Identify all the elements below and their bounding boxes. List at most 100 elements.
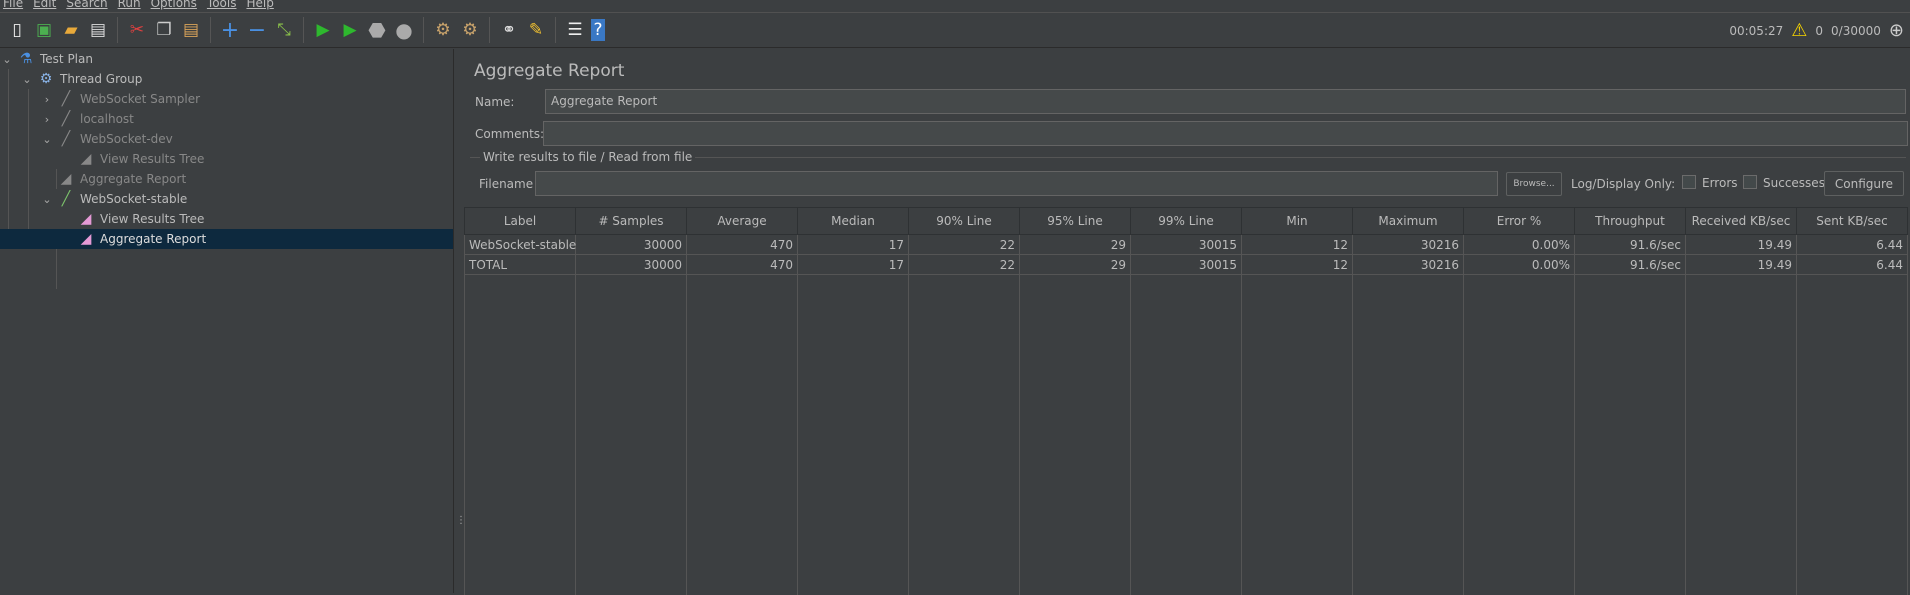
table-header-row: Label # Samples Average Median 90% Line … <box>464 207 1908 235</box>
clear-all-icon[interactable]: ⚙ <box>459 19 481 41</box>
reset-search-icon[interactable]: ✎ <box>525 19 547 41</box>
col-median[interactable]: Median <box>797 207 909 235</box>
col-99-line[interactable]: 99% Line <box>1130 207 1242 235</box>
toolbar: ▯ ▣ ▰ ▤ ✂ ❐ ▤ + − ⤡ ▶ ▶ ⬣ ● ⚙ ⚙ ⚭ ✎ ☰ ? <box>0 13 1910 48</box>
stop-icon[interactable]: ⬣ <box>366 18 388 42</box>
col-95-line[interactable]: 95% Line <box>1019 207 1131 235</box>
listener-icon: ◢ <box>80 151 92 167</box>
menu-help[interactable]: Help <box>246 0 273 12</box>
tree-node-thread-group[interactable]: ⌄ ⚙ Thread Group <box>20 69 142 89</box>
table-cell: 6.44 <box>1796 254 1908 275</box>
tree-node-view-results-tree[interactable]: ◢ View Results Tree <box>74 149 205 169</box>
new-icon[interactable]: ▯ <box>6 19 28 41</box>
remote-icon: ⊕ <box>1888 20 1904 41</box>
paste-icon[interactable]: ▤ <box>180 19 202 41</box>
tree-node-websocket-sampler[interactable]: › ╱ WebSocket Sampler <box>40 89 200 109</box>
collapse-icon[interactable]: − <box>246 18 268 43</box>
open-icon[interactable]: ▰ <box>60 19 82 41</box>
templates-icon[interactable]: ▣ <box>33 19 55 41</box>
chevron-down-icon[interactable]: ⌄ <box>0 53 14 66</box>
expand-icon[interactable]: + <box>219 18 241 43</box>
chevron-right-icon[interactable]: › <box>40 113 54 126</box>
chevron-down-icon[interactable]: ⌄ <box>40 133 54 146</box>
search-icon[interactable]: ⚭ <box>498 19 520 41</box>
comments-label: Comments: <box>475 127 545 141</box>
save-icon[interactable]: ▤ <box>87 19 109 41</box>
pipette-icon: ╱ <box>61 191 71 207</box>
table-cell: 30000 <box>575 254 687 275</box>
menu-run[interactable]: Run <box>118 0 141 12</box>
copy-icon[interactable]: ❐ <box>153 19 175 41</box>
aggregate-report-panel: Aggregate Report Name: Aggregate Report … <box>462 49 1910 595</box>
tree-node-websocket-stable[interactable]: ⌄ ╱ WebSocket-stable <box>40 189 187 209</box>
listener-icon: ◢ <box>60 171 72 187</box>
configure-button[interactable]: Configure <box>1824 171 1904 196</box>
start-no-pause-icon[interactable]: ▶ <box>339 19 361 41</box>
tree-line <box>28 89 29 239</box>
table-cell: 30015 <box>1130 234 1242 255</box>
table-row[interactable]: TOTAL 30000 470 17 22 29 30015 12 30216 0.00% 91.6… <box>464 254 1908 275</box>
table-cell: 22 <box>908 234 1020 255</box>
menu-edit[interactable]: Edit <box>33 0 56 12</box>
filename-input[interactable] <box>535 171 1498 196</box>
successes-checkbox[interactable] <box>1743 175 1757 189</box>
help-icon[interactable]: ? <box>591 19 605 41</box>
table-cell: 0.00% <box>1463 254 1575 275</box>
table-cell: 17 <box>797 254 909 275</box>
table-cell: WebSocket-stable <box>464 234 576 255</box>
start-icon[interactable]: ▶ <box>312 19 334 41</box>
chevron-down-icon[interactable]: ⌄ <box>20 73 34 86</box>
tree-node-aggregate-report-selected[interactable]: ◢ Aggregate Report <box>0 229 453 249</box>
col-received[interactable]: Received KB/sec <box>1685 207 1797 235</box>
col-min[interactable]: Min <box>1241 207 1353 235</box>
menu-options[interactable]: Options <box>151 0 197 12</box>
tree-node-localhost[interactable]: › ╱ localhost <box>40 109 134 129</box>
col-90-line[interactable]: 90% Line <box>908 207 1020 235</box>
log-display-label: Log/Display Only: <box>1571 177 1676 191</box>
empty-cell <box>686 274 798 595</box>
split-pane-divider[interactable]: ⋮ <box>453 49 466 593</box>
col-error[interactable]: Error % <box>1463 207 1575 235</box>
table-row[interactable]: WebSocket-stable 30000 470 17 22 29 30015 12 302… <box>464 234 1908 255</box>
empty-cell <box>575 274 687 595</box>
tree-line <box>8 69 9 239</box>
table-empty-area <box>464 274 1908 595</box>
empty-cell <box>1796 274 1908 595</box>
shutdown-icon[interactable]: ● <box>393 18 415 42</box>
col-average[interactable]: Average <box>686 207 798 235</box>
name-input[interactable]: Aggregate Report <box>545 89 1906 114</box>
menu-bar: File Edit Search Run Options Tools Help <box>0 0 1910 13</box>
menu-tools[interactable]: Tools <box>207 0 237 12</box>
comments-input[interactable] <box>543 121 1908 146</box>
table-cell: 22 <box>908 254 1020 275</box>
tree-node-view-results-tree[interactable]: ◢ View Results Tree <box>74 209 205 229</box>
empty-cell <box>797 274 909 595</box>
col-samples[interactable]: # Samples <box>575 207 687 235</box>
cut-icon[interactable]: ✂ <box>126 19 148 41</box>
col-label[interactable]: Label <box>464 207 576 235</box>
browse-button[interactable]: Browse... <box>1506 172 1562 196</box>
toggle-icon[interactable]: ⤡ <box>273 19 295 41</box>
table-cell: 30216 <box>1352 234 1464 255</box>
menu-file[interactable]: File <box>3 0 23 12</box>
status-area: 00:05:27 ⚠ 0 0/30000 ⊕ <box>1729 13 1904 48</box>
chevron-right-icon[interactable]: › <box>40 93 54 106</box>
menu-search[interactable]: Search <box>66 0 107 12</box>
empty-cell <box>1019 274 1131 595</box>
col-sent[interactable]: Sent KB/sec <box>1796 207 1908 235</box>
col-throughput[interactable]: Throughput <box>1574 207 1686 235</box>
tree-node-websocket-dev[interactable]: ⌄ ╱ WebSocket-dev <box>40 129 172 149</box>
clear-icon[interactable]: ⚙ <box>432 19 454 41</box>
chevron-down-icon[interactable]: ⌄ <box>40 193 54 206</box>
table-cell: TOTAL <box>464 254 576 275</box>
tree-line <box>56 249 57 289</box>
results-table: Label # Samples Average Median 90% Line … <box>464 207 1908 595</box>
errors-label: Errors <box>1702 176 1738 190</box>
function-helper-icon[interactable]: ☰ <box>564 19 586 41</box>
page-title: Aggregate Report <box>474 61 625 81</box>
tree-node-test-plan[interactable]: ⌄ ⚗ Test Plan <box>0 49 93 69</box>
errors-checkbox[interactable] <box>1682 175 1696 189</box>
warning-icon[interactable]: ⚠ <box>1791 20 1807 41</box>
col-maximum[interactable]: Maximum <box>1352 207 1464 235</box>
tree-node-aggregate-report[interactable]: ◢ Aggregate Report <box>54 169 187 189</box>
